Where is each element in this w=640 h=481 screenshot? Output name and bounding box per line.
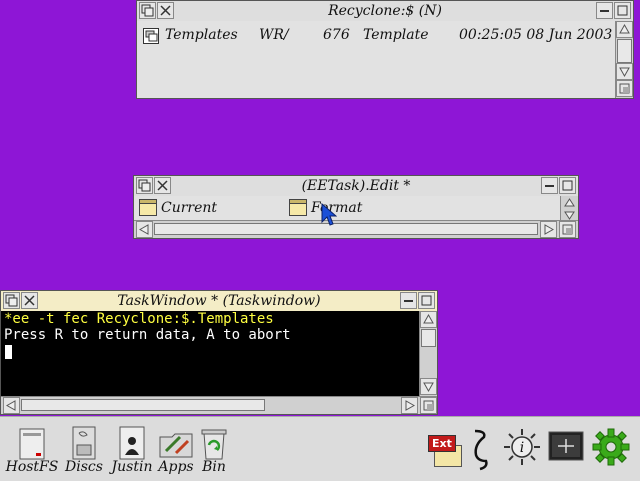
window-title: (EETask).Edit * xyxy=(301,178,411,194)
arrow-down-icon xyxy=(619,67,630,78)
mouse-pointer-icon xyxy=(321,203,337,226)
scroll-up-button[interactable] xyxy=(616,21,633,38)
toggle-size-button[interactable] xyxy=(559,177,576,194)
scroll-thumb[interactable] xyxy=(21,399,265,411)
icon-bar: HostFS Discs Justin Apps Bin Ext i xyxy=(0,416,640,481)
scroll-thumb[interactable] xyxy=(421,329,436,347)
hostfs-drive-icon[interactable] xyxy=(14,425,50,461)
editor-titlebar[interactable]: (EETask).Edit * xyxy=(134,176,578,197)
scroll-up-button[interactable] xyxy=(420,311,437,328)
arrow-left-icon xyxy=(5,400,16,411)
back-icon xyxy=(5,294,18,307)
ext-label: Ext xyxy=(428,435,456,452)
template-file-icon[interactable] xyxy=(143,28,159,44)
resize-handle[interactable] xyxy=(420,397,437,414)
task-command-line: *ee -t fec Recyclone:$.Templates xyxy=(4,311,274,327)
scroll-left-button[interactable] xyxy=(3,397,20,414)
file-date: 00:25:05 08 Jun 2003 xyxy=(459,27,613,43)
scroll-right-button[interactable] xyxy=(540,221,557,238)
iconise-button[interactable] xyxy=(400,292,417,309)
back-icon xyxy=(141,4,154,17)
back-icon xyxy=(138,179,151,192)
arrow-right-icon xyxy=(405,400,416,411)
back-button[interactable] xyxy=(139,2,156,19)
scroll-arrows-icon[interactable] xyxy=(561,196,578,222)
scroll-thumb[interactable] xyxy=(154,223,538,235)
task-message-line: Press R to return data, A to abort xyxy=(4,327,291,343)
window-title: TaskWindow * (Taskwindow) xyxy=(117,293,321,309)
discs-drive-icon[interactable] xyxy=(66,425,102,461)
filer-window: Recyclone:$ (N) Templates WR/ 676 Templa… xyxy=(136,0,634,99)
resize-handle[interactable] xyxy=(616,80,633,97)
resize-icon xyxy=(562,224,573,235)
file-type: Template xyxy=(363,27,429,43)
file-size: 676 xyxy=(323,27,350,43)
close-icon xyxy=(157,180,168,191)
filer-content: Templates WR/ 676 Template 00:25:05 08 J… xyxy=(137,21,615,98)
back-button[interactable] xyxy=(3,292,20,309)
back-button[interactable] xyxy=(136,177,153,194)
iconise-icon xyxy=(545,185,554,187)
resize-icon xyxy=(423,400,434,411)
close-button[interactable] xyxy=(154,177,171,194)
task-horizontal-scrollbar[interactable] xyxy=(1,396,437,414)
filer-vertical-scrollbar[interactable] xyxy=(615,21,633,98)
filer-titlebar[interactable]: Recyclone:$ (N) xyxy=(137,1,633,22)
task-titlebar[interactable]: TaskWindow * (Taskwindow) xyxy=(1,291,437,312)
arrow-left-icon xyxy=(138,224,149,235)
toggle-size-button[interactable] xyxy=(614,2,631,19)
ext-app-icon[interactable]: Ext xyxy=(428,435,462,467)
editor-vertical-scrollbar[interactable] xyxy=(560,196,578,222)
arrow-up-icon xyxy=(423,313,434,324)
task-vertical-scrollbar[interactable] xyxy=(419,311,437,396)
editor-horizontal-scrollbar[interactable] xyxy=(134,220,578,238)
task-output[interactable]: *ee -t fec Recyclone:$.Templates Press R… xyxy=(1,311,419,396)
window-template-icon[interactable] xyxy=(139,199,157,216)
template-item-current[interactable]: Current xyxy=(161,200,217,216)
iconise-button[interactable] xyxy=(596,2,613,19)
task-window: TaskWindow * (Taskwindow) *ee -t fec Rec… xyxy=(0,290,438,415)
close-icon xyxy=(160,5,171,16)
toggle-size-icon xyxy=(562,180,573,191)
arrow-up-icon xyxy=(619,23,630,34)
toggle-size-icon xyxy=(617,5,628,16)
hostfs-label[interactable]: HostFS xyxy=(4,459,60,475)
bin-label[interactable]: Bin xyxy=(186,459,242,475)
svg-text:i: i xyxy=(520,440,524,456)
recycle-bin-icon[interactable] xyxy=(196,425,232,461)
file-access: WR/ xyxy=(259,27,289,43)
editor-window: (EETask).Edit * Current Format xyxy=(133,175,579,239)
window-template-icon[interactable] xyxy=(289,199,307,216)
zeta-app-icon[interactable] xyxy=(470,427,492,471)
toggle-size-icon xyxy=(421,295,432,306)
file-name[interactable]: Templates xyxy=(165,27,238,43)
close-icon xyxy=(24,295,35,306)
arrow-down-icon xyxy=(423,382,434,393)
info-app-icon[interactable]: i xyxy=(502,427,542,467)
iconise-icon xyxy=(600,10,609,12)
resize-handle[interactable] xyxy=(559,221,576,238)
scroll-down-button[interactable] xyxy=(616,63,633,80)
scroll-thumb[interactable] xyxy=(617,39,632,63)
gear-icon[interactable] xyxy=(591,427,631,467)
text-cursor xyxy=(5,345,12,359)
toggle-size-button[interactable] xyxy=(418,292,435,309)
apps-folder-icon[interactable] xyxy=(158,425,194,461)
display-manager-icon[interactable] xyxy=(548,431,584,461)
iconise-button[interactable] xyxy=(541,177,558,194)
justin-user-icon[interactable] xyxy=(114,425,150,461)
scroll-left-button[interactable] xyxy=(136,221,153,238)
scroll-right-button[interactable] xyxy=(401,397,418,414)
window-title: Recyclone:$ (N) xyxy=(328,3,442,19)
close-button[interactable] xyxy=(157,2,174,19)
resize-icon xyxy=(619,83,630,94)
arrow-right-icon xyxy=(544,224,555,235)
iconise-icon xyxy=(404,300,413,302)
scroll-down-button[interactable] xyxy=(420,378,437,395)
close-button[interactable] xyxy=(21,292,38,309)
editor-content: Current Format xyxy=(134,196,560,220)
